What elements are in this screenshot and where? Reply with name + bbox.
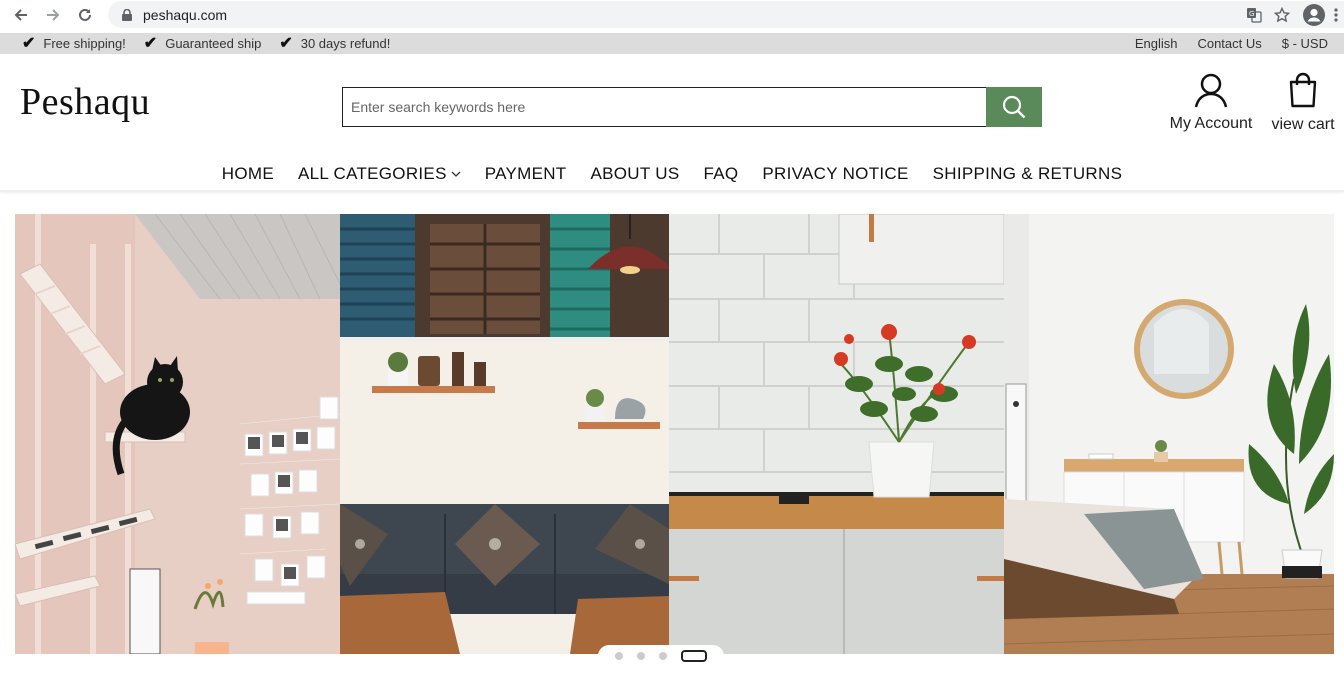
slider-pagination [598, 645, 724, 667]
site-logo[interactable]: Peshaqu [20, 80, 150, 124]
search-form [342, 87, 1042, 127]
address-bar[interactable]: peshaqu.com G [108, 1, 1344, 28]
my-account-link[interactable]: My Account [1168, 72, 1254, 133]
user-icon [1194, 73, 1228, 108]
site-header: Peshaqu My Account view cart [0, 54, 1344, 154]
top-info-bar: ✔ Free shipping! ✔ Guaranteed ship ✔ 30 … [0, 33, 1344, 54]
checkmark-icon: ✔ [143, 34, 158, 52]
contact-us-link[interactable]: Contact Us [1197, 36, 1261, 51]
nav-shipping-returns[interactable]: SHIPPING & RETURNS [933, 162, 1123, 186]
checkmark-icon: ✔ [22, 34, 36, 52]
hero-image-living-room [340, 214, 669, 654]
hero-slider[interactable] [15, 214, 1334, 654]
slider-dot-2[interactable] [637, 652, 645, 660]
hero-image-bedroom [1004, 214, 1334, 654]
menu-icon[interactable] [1328, 1, 1344, 28]
url-text: peshaqu.com [143, 6, 228, 23]
hero-image-cat-shelves [15, 214, 340, 654]
nav-label: SHIPPING & RETURNS [932, 164, 1123, 183]
star-icon[interactable] [1268, 1, 1296, 28]
chevron-down-icon [451, 168, 461, 180]
nav-label: ABOUT US [590, 164, 680, 183]
browser-toolbar: peshaqu.com G [0, 0, 1344, 29]
nav-about-us[interactable]: ABOUT US [590, 162, 679, 186]
lock-icon [120, 8, 134, 22]
view-cart-link[interactable]: view cart [1270, 72, 1336, 134]
language-selector[interactable]: English [1135, 36, 1178, 51]
slider-dot-4-active[interactable] [681, 650, 707, 662]
perk-guaranteed-ship: ✔ Guaranteed ship [143, 34, 262, 52]
nav-payment[interactable]: PAYMENT [485, 162, 567, 186]
my-account-label: My Account [1169, 115, 1253, 132]
perk-refund: ✔ 30 days refund! [279, 34, 391, 52]
nav-all-categories[interactable]: ALL CATEGORIES [298, 162, 461, 186]
shopping-bag-icon [1289, 72, 1317, 108]
main-navigation: HOME ALL CATEGORIES PAYMENT ABOUT US FAQ… [0, 162, 1344, 186]
svg-text:G: G [1249, 10, 1254, 18]
nav-home[interactable]: HOME [222, 162, 274, 186]
nav-label: PAYMENT [484, 164, 567, 183]
search-button[interactable] [986, 87, 1042, 127]
nav-label: FAQ [703, 164, 739, 183]
perk-label: Free shipping! [43, 36, 126, 51]
view-cart-label: view cart [1271, 116, 1335, 133]
perk-free-shipping: ✔ Free shipping! [22, 34, 126, 52]
nav-label: ALL CATEGORIES [297, 164, 447, 183]
nav-privacy-notice[interactable]: PRIVACY NOTICE [762, 162, 908, 186]
nav-faq[interactable]: FAQ [703, 162, 738, 186]
translate-icon[interactable]: G [1240, 1, 1268, 28]
slider-dot-1[interactable] [615, 652, 623, 660]
forward-arrow-icon[interactable] [42, 4, 64, 26]
nav-label: HOME [221, 164, 274, 183]
perk-label: 30 days refund! [300, 36, 391, 51]
header-divider [0, 190, 1344, 192]
hero-image-kitchen [669, 214, 1004, 654]
reload-icon[interactable] [74, 4, 96, 26]
search-input[interactable] [342, 87, 987, 127]
perk-label: Guaranteed ship [165, 36, 262, 51]
checkmark-icon: ✔ [279, 34, 293, 52]
currency-selector[interactable]: $ - USD [1282, 36, 1328, 51]
nav-label: PRIVACY NOTICE [762, 164, 909, 183]
slider-dot-3[interactable] [659, 652, 667, 660]
back-arrow-icon[interactable] [10, 4, 32, 26]
search-icon [1002, 95, 1026, 119]
profile-icon[interactable] [1300, 1, 1328, 28]
